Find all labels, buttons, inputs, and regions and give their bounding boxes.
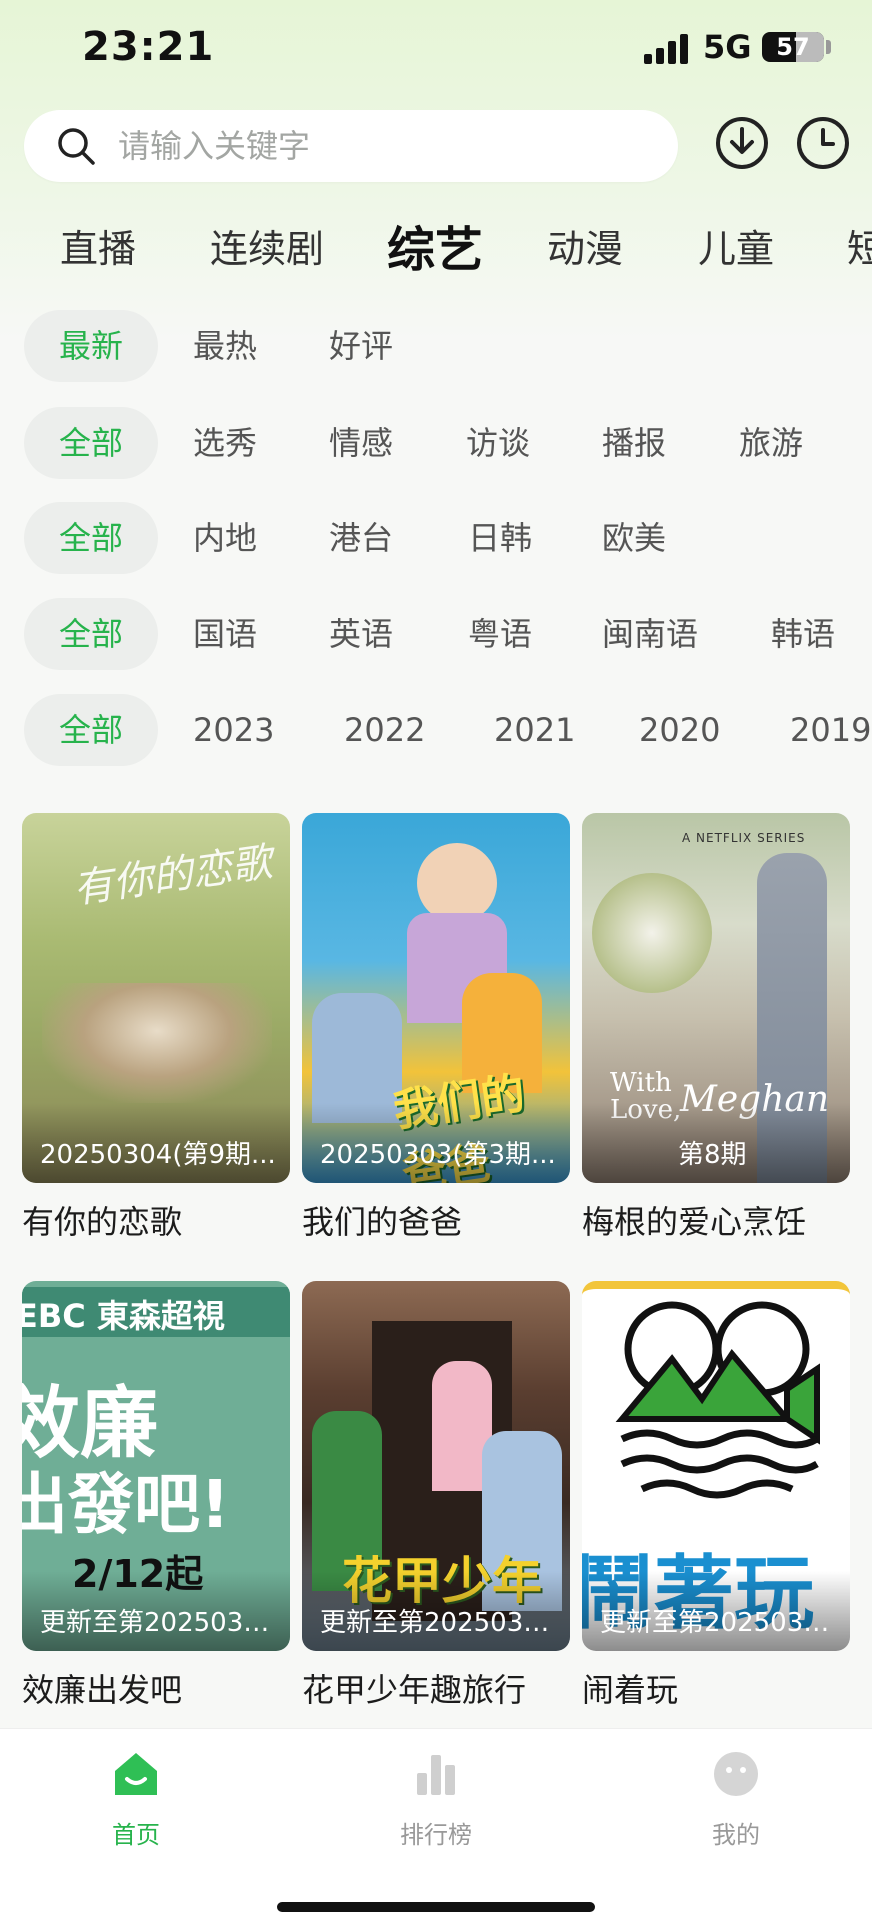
filter-genre-news[interactable]: 播报 — [602, 407, 666, 479]
tab-kids[interactable]: 儿童 — [698, 218, 774, 273]
search-bar[interactable]: 请输入关键字 — [24, 110, 678, 182]
search-icon — [58, 128, 95, 165]
show-card-2[interactable]: 我们的爸爸 20250303(第3期... 我们的爸爸 — [302, 813, 570, 1243]
episode-tag: 更新至第2025030... — [600, 1608, 840, 1638]
filter-lang-cantonese[interactable]: 粤语 — [468, 598, 532, 670]
filter-lang-hokkien[interactable]: 闽南语 — [602, 598, 698, 670]
home-icon — [115, 1753, 157, 1795]
filter-genre-all[interactable]: 全部 — [24, 407, 158, 479]
filter-sort-latest[interactable]: 最新 — [24, 310, 158, 382]
tab-profile-label: 我的 — [712, 1821, 760, 1849]
episode-tag: 20250304(第9期... — [40, 1140, 276, 1170]
signal-icon — [644, 34, 688, 64]
battery-level: 57 — [776, 33, 810, 61]
show-card-4[interactable]: EBC 東森超視 效廉 出發吧! 2/12起 更新至第2025030... 效廉… — [22, 1281, 290, 1711]
filter-year-2023[interactable]: 2023 — [193, 694, 274, 766]
filter-region-mainland[interactable]: 内地 — [193, 502, 257, 574]
bar-chart-icon — [417, 1755, 455, 1795]
episode-tag: 更新至第2025030... — [320, 1608, 560, 1638]
show-card-5[interactable]: 花甲少年 更新至第2025030... 花甲少年趣旅行 — [302, 1281, 570, 1711]
show-card-1[interactable]: 有你的恋歌 20250304(第9期... 有你的恋歌 — [22, 813, 290, 1243]
tab-short[interactable]: 短 — [847, 218, 872, 273]
show-card-6[interactable]: 鬧著玩 更新至第2025030... 闹着玩 — [582, 1281, 850, 1711]
filter-genre-romance[interactable]: 情感 — [329, 407, 393, 479]
filter-row-language: 全部 国语 英语 粤语 闽南语 韩语 — [0, 598, 872, 670]
tab-anime[interactable]: 动漫 — [547, 218, 623, 273]
poster-title-art: 有你的恋歌 — [70, 839, 275, 913]
battery-cap — [826, 40, 831, 54]
poster-image: 鬧著玩 更新至第2025030... — [582, 1281, 850, 1651]
camera-logo-icon — [615, 1301, 820, 1499]
filter-year-2022[interactable]: 2022 — [344, 694, 425, 766]
filter-region-west[interactable]: 欧美 — [602, 502, 666, 574]
filter-year-2019[interactable]: 2019 — [790, 694, 871, 766]
show-title: 花甲少年趣旅行 — [302, 1671, 527, 1709]
filter-genre-talent[interactable]: 选秀 — [193, 407, 257, 479]
category-tabs: 直播 连续剧 综艺 动漫 儿童 短 — [0, 208, 872, 288]
bottom-tab-bar: 首页 排行榜 我的 — [0, 1728, 872, 1921]
poster-image: A NETFLIX SERIES With Love, Meghan 第8期 — [582, 813, 850, 1183]
poster-title-1: With — [610, 1068, 672, 1098]
filter-row-region: 全部 内地 港台 日韩 欧美 — [0, 502, 872, 574]
filter-region-all[interactable]: 全部 — [24, 502, 158, 574]
download-icon[interactable] — [714, 115, 770, 171]
filter-sort-rated[interactable]: 好评 — [329, 310, 393, 382]
tab-live[interactable]: 直播 — [60, 218, 136, 273]
poster-image: 我们的爸爸 20250303(第3期... — [302, 813, 570, 1183]
tab-series[interactable]: 连续剧 — [210, 218, 324, 273]
battery-icon: 57 — [762, 32, 824, 62]
filter-genre-travel[interactable]: 旅游 — [739, 407, 803, 479]
status-time: 23:21 — [82, 24, 215, 70]
filter-region-hktw[interactable]: 港台 — [329, 502, 393, 574]
tab-ranking-label: 排行榜 — [400, 1821, 472, 1849]
show-title: 效廉出发吧 — [22, 1671, 183, 1709]
filter-year-2020[interactable]: 2020 — [639, 694, 720, 766]
show-title: 闹着玩 — [582, 1671, 679, 1709]
search-placeholder: 请输入关键字 — [118, 127, 311, 165]
tab-home[interactable]: 首页 — [66, 1749, 206, 1850]
filter-year-2021[interactable]: 2021 — [494, 694, 575, 766]
episode-tag: 20250303(第3期... — [320, 1140, 556, 1170]
tab-profile[interactable]: 我的 — [666, 1749, 806, 1850]
poster-line-2: 出發吧! — [22, 1466, 231, 1543]
show-card-3[interactable]: A NETFLIX SERIES With Love, Meghan 第8期 梅… — [582, 813, 850, 1243]
show-title: 我们的爸爸 — [302, 1203, 463, 1241]
filter-row-genre: 全部 选秀 情感 访谈 播报 旅游 — [0, 407, 872, 479]
home-indicator — [277, 1902, 595, 1912]
history-icon[interactable] — [795, 115, 851, 171]
filter-lang-mandarin[interactable]: 国语 — [193, 598, 257, 670]
poster-figures — [42, 983, 272, 1103]
poster-image: 花甲少年 更新至第2025030... — [302, 1281, 570, 1651]
poster-face-1 — [417, 843, 497, 923]
network-label: 5G — [703, 28, 752, 66]
filter-region-jpkr[interactable]: 日韩 — [468, 502, 532, 574]
episode-tag: 第8期 — [678, 1140, 747, 1170]
filter-lang-english[interactable]: 英语 — [329, 598, 393, 670]
filter-lang-all[interactable]: 全部 — [24, 598, 158, 670]
filter-genre-talk[interactable]: 访谈 — [466, 407, 530, 479]
tab-home-label: 首页 — [112, 1821, 160, 1849]
filter-lang-korean[interactable]: 韩语 — [771, 598, 835, 670]
episode-tag: 更新至第2025030... — [40, 1608, 280, 1638]
poster-flowers — [592, 873, 712, 993]
status-bar: 23:21 5G 57 — [0, 0, 872, 100]
tab-variety[interactable]: 综艺 — [387, 210, 483, 280]
poster-series-label: A NETFLIX SERIES — [682, 831, 806, 845]
show-title: 有你的恋歌 — [22, 1203, 183, 1241]
filter-row-sort: 最新 最热 好评 — [0, 310, 872, 382]
poster-image: 有你的恋歌 20250304(第9期... — [22, 813, 290, 1183]
profile-face-icon — [714, 1752, 758, 1796]
show-title: 梅根的爱心烹饪 — [582, 1203, 807, 1241]
filter-row-year: 全部 2023 2022 2021 2020 2019 — [0, 694, 872, 766]
filter-year-all[interactable]: 全部 — [24, 694, 158, 766]
filter-sort-hot[interactable]: 最热 — [193, 310, 257, 382]
poster-brand: EBC 東森超視 — [22, 1297, 225, 1335]
tab-ranking[interactable]: 排行榜 — [366, 1749, 506, 1850]
poster-image: EBC 東森超視 效廉 出發吧! 2/12起 更新至第2025030... — [22, 1281, 290, 1651]
